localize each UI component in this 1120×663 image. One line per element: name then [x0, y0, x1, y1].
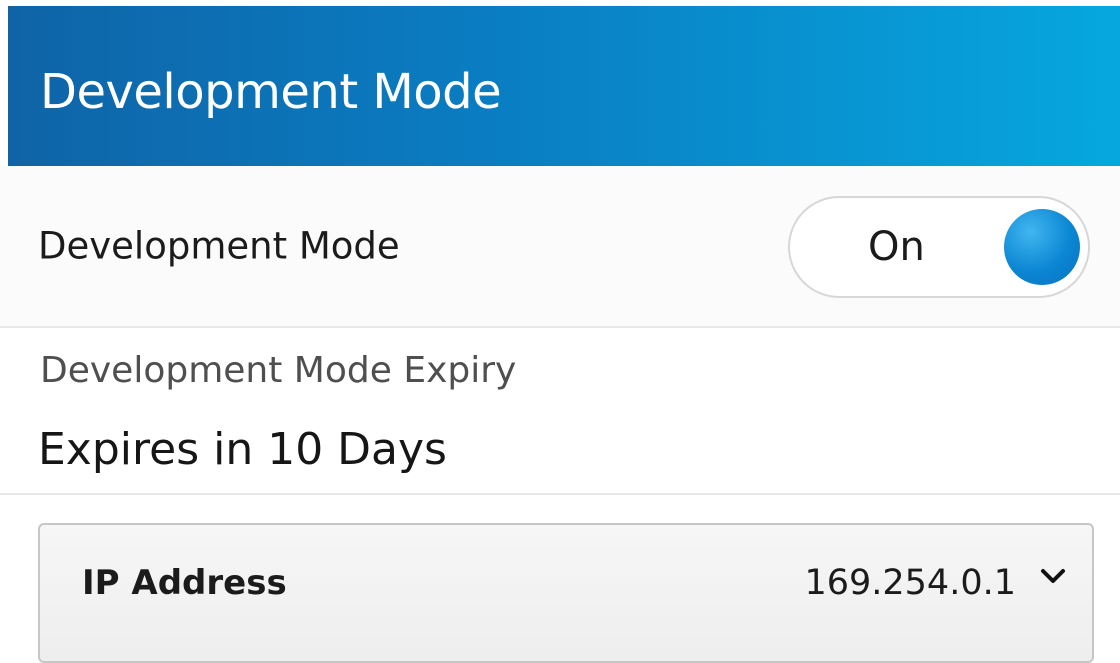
ip-address-label: IP Address [82, 563, 287, 603]
development-mode-label: Development Mode [38, 224, 400, 268]
expiry-label: Development Mode Expiry [40, 350, 517, 391]
development-mode-row: Development Mode On [0, 166, 1120, 326]
ip-address-dropdown[interactable]: IP Address 169.254.0.1 [38, 523, 1094, 663]
chevron-down-icon [1041, 569, 1065, 583]
toggle-knob-icon [1004, 209, 1080, 285]
title-bar: Development Mode [8, 6, 1120, 166]
ip-address-value: 169.254.0.1 [804, 563, 1016, 603]
toggle-state-label: On [868, 224, 925, 270]
expiry-value: Expires in 10 Days [38, 424, 447, 475]
development-mode-toggle[interactable]: On [788, 196, 1090, 298]
divider [0, 493, 1120, 495]
page-title: Development Mode [40, 64, 502, 120]
divider [0, 326, 1120, 328]
